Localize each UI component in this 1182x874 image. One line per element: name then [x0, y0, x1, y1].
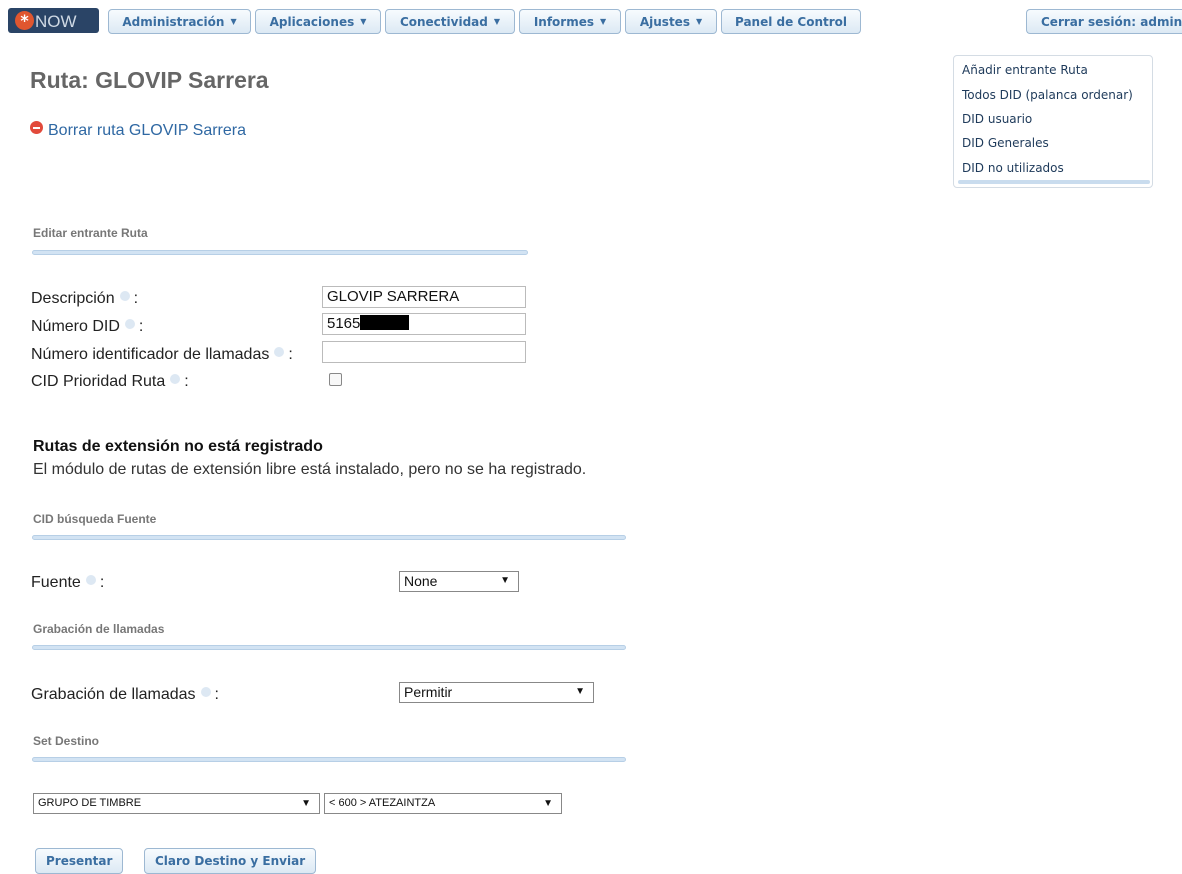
section-divider	[32, 250, 528, 255]
sidebar: Añadir entrante Ruta Todos DID (palanca …	[953, 55, 1153, 188]
sidebar-item-unused-did[interactable]: DID no utilizados	[962, 161, 1064, 175]
chevron-down-icon: ▼	[543, 798, 553, 809]
section-heading-cid-source: CID búsqueda Fuente	[33, 512, 157, 526]
recording-label: Grabación de llamadas:	[31, 686, 219, 703]
destination-target-value: < 600 > ATEZAINTZA	[329, 797, 436, 809]
destination-type-select[interactable]: GRUPO DE TIMBRE ▼	[33, 793, 320, 814]
recording-select-value: Permitir	[404, 684, 453, 700]
destination-type-value: GRUPO DE TIMBRE	[38, 797, 142, 809]
delete-route-link[interactable]: Borrar ruta GLOVIP Sarrera	[30, 121, 246, 140]
section-divider	[32, 645, 626, 650]
source-select-value: None	[404, 573, 438, 589]
sidebar-item-general-did[interactable]: DID Generales	[962, 136, 1049, 150]
page-title: Ruta: GLOVIP Sarrera	[30, 67, 269, 93]
section-heading-destination: Set Destino	[33, 734, 100, 748]
sidebar-divider	[958, 180, 1150, 184]
logout-button[interactable]: Cerrar sesión: admin	[1026, 9, 1182, 34]
chevron-down-icon: ▼	[695, 17, 703, 26]
nav-label: Informes	[533, 14, 595, 29]
section-heading-recording: Grabación de llamadas	[33, 622, 165, 636]
help-icon[interactable]	[119, 291, 130, 301]
nav-informes[interactable]: Informes ▼	[519, 9, 621, 34]
nav-label: Conectividad	[399, 14, 488, 29]
help-icon[interactable]	[85, 575, 96, 585]
nav-administracion[interactable]: Administración ▼	[108, 9, 251, 34]
logo-text: NOW	[35, 12, 77, 31]
sidebar-item-user-did[interactable]: DID usuario	[962, 112, 1032, 126]
did-label: Número DID:	[31, 318, 144, 335]
redaction-block	[360, 315, 410, 330]
sidebar-item-add-route[interactable]: Añadir entrante Ruta	[962, 63, 1088, 77]
nav-conectividad[interactable]: Conectividad ▼	[385, 9, 515, 34]
nav-label: Aplicaciones	[269, 14, 355, 29]
help-icon[interactable]	[274, 347, 285, 357]
nav-label: Panel de Control	[734, 14, 848, 29]
section-divider	[32, 535, 626, 540]
top-nav: * NOW Administración ▼ Aplicaciones ▼ Cone…	[0, 0, 1182, 36]
destination-target-select[interactable]: < 600 > ATEZAINTZA ▼	[324, 793, 562, 814]
nav-panel-de-control[interactable]: Panel de Control	[721, 9, 861, 34]
chevron-down-icon: ▼	[575, 686, 585, 697]
warning-title: Rutas de extensión no está registrado	[33, 438, 323, 455]
recording-select[interactable]: Permitir ▼	[399, 682, 594, 703]
cid-input[interactable]	[322, 341, 526, 363]
warning-body: El módulo de rutas de extensión libre es…	[33, 461, 587, 478]
delete-route-label: Borrar ruta GLOVIP Sarrera	[48, 122, 246, 139]
clear-destination-submit-button[interactable]: Claro Destino y Enviar	[144, 848, 317, 874]
freepbx-logo[interactable]: * NOW	[8, 8, 99, 33]
cid-label: Número identificador de llamadas:	[31, 346, 293, 363]
chevron-down-icon: ▼	[493, 17, 501, 26]
help-icon[interactable]	[170, 374, 181, 384]
chevron-down-icon: ▼	[230, 17, 237, 26]
section-heading-edit: Editar entrante Ruta	[33, 226, 148, 240]
nav-label: Ajustes	[639, 14, 690, 29]
description-input[interactable]: GLOVIP SARRERA	[322, 286, 526, 308]
nav-aplicaciones[interactable]: Aplicaciones ▼	[255, 9, 381, 34]
did-input[interactable]: 5165	[322, 313, 526, 335]
asterisk-logo-icon: *	[15, 11, 34, 30]
chevron-down-icon: ▼	[301, 798, 311, 809]
sidebar-item-all-did[interactable]: Todos DID (palanca ordenar)	[962, 88, 1133, 102]
help-icon[interactable]	[200, 687, 211, 697]
source-label: Fuente:	[31, 574, 105, 591]
did-value: 5165	[327, 315, 361, 332]
chevron-down-icon: ▼	[360, 17, 367, 26]
submit-button[interactable]: Presentar	[35, 848, 124, 874]
chevron-down-icon: ▼	[500, 575, 510, 586]
section-divider	[32, 757, 626, 762]
logout-label: Cerrar sesión: admin	[1041, 14, 1182, 29]
nav-label: Administración	[122, 14, 225, 29]
delete-icon	[30, 121, 43, 134]
nav-ajustes[interactable]: Ajustes ▼	[625, 9, 717, 34]
help-icon[interactable]	[124, 319, 135, 329]
priority-label: CID Prioridad Ruta:	[31, 373, 189, 390]
description-label: Descripción:	[31, 290, 139, 307]
cid-priority-checkbox[interactable]	[329, 373, 342, 386]
source-select[interactable]: None ▼	[399, 571, 519, 592]
chevron-down-icon: ▼	[600, 17, 607, 26]
